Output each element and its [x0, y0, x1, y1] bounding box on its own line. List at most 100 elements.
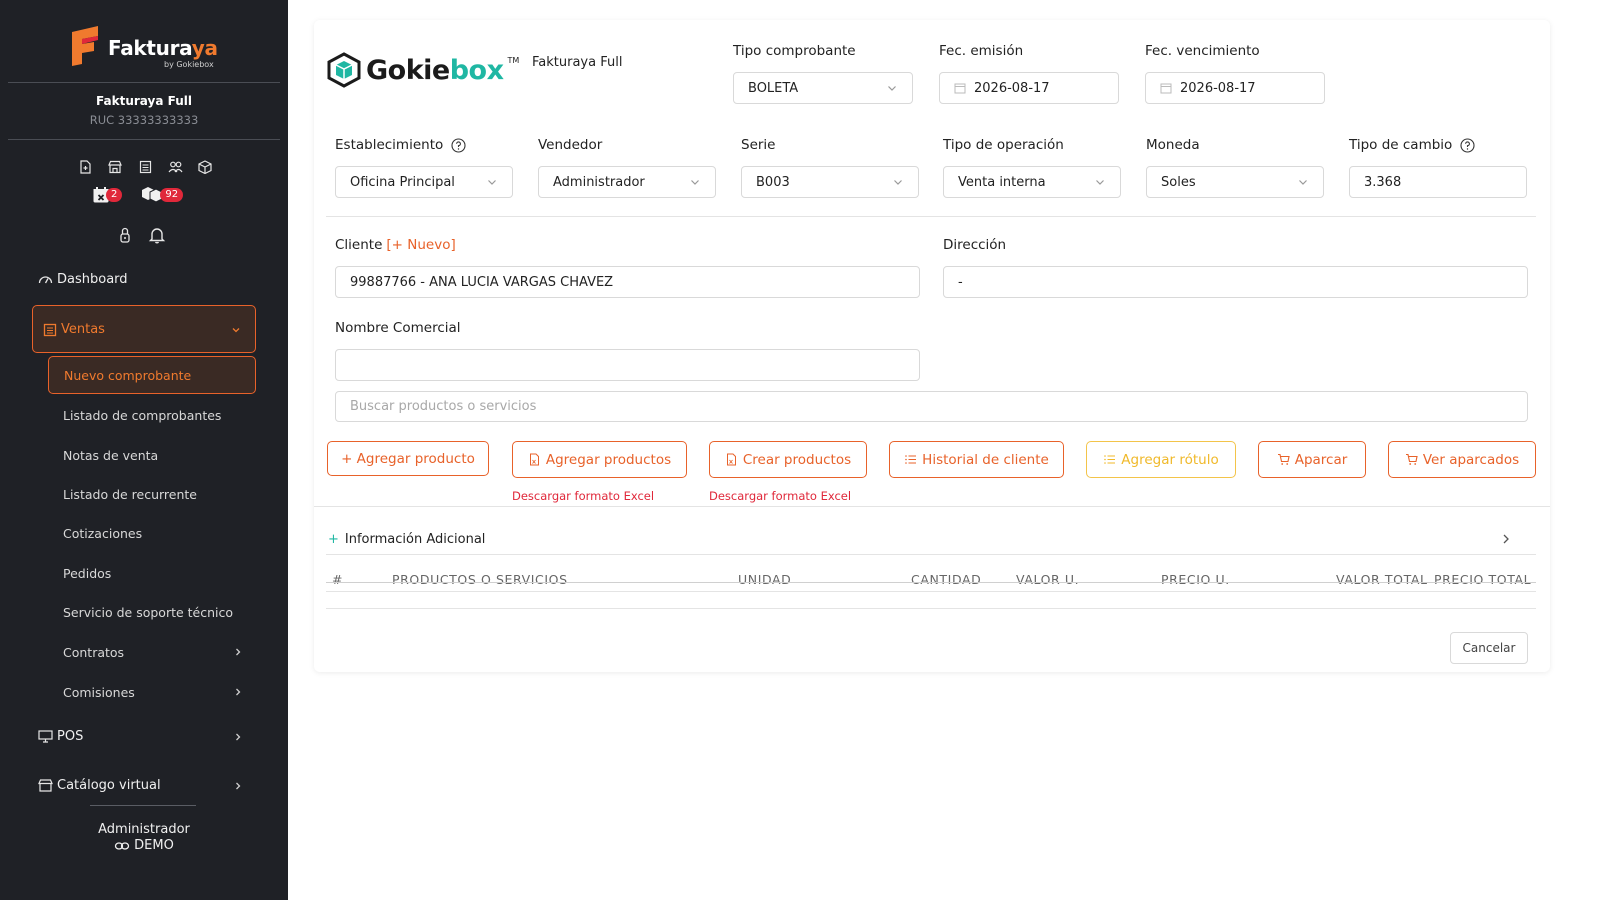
tipo-comprobante-value: BOLETA: [748, 80, 799, 96]
link-icon: [115, 841, 130, 850]
menu-dashboard[interactable]: Dashboard: [38, 272, 128, 287]
historial-cliente-button[interactable]: Historial de cliente: [889, 441, 1064, 478]
establecimiento-label: Establecimiento: [335, 137, 466, 153]
calendar-badge: 2: [106, 188, 123, 202]
aparcar-button[interactable]: Aparcar: [1258, 441, 1366, 478]
company-logo: Gokiebox TM: [326, 52, 519, 88]
nuevo-cliente-link[interactable]: [+ Nuevo]: [386, 237, 455, 253]
tipo-comprobante-select[interactable]: BOLETA: [733, 72, 913, 104]
vendedor-select[interactable]: Administrador: [538, 166, 716, 198]
monitor-icon: [38, 730, 53, 743]
chevron-right-icon: [236, 688, 241, 696]
tipo-cambio-input[interactable]: 3.368: [1349, 166, 1527, 198]
company-ruc: RUC 33333333333: [89, 113, 199, 127]
fakturaya-logo[interactable]: Fakturaya by Gokiebox: [68, 26, 228, 70]
chevron-right-icon: [236, 782, 241, 790]
ver-aparcados-button[interactable]: Ver aparcados: [1388, 441, 1536, 478]
chevron-right-icon: [236, 648, 241, 656]
cart-icon: [1405, 453, 1418, 465]
sidebar-user-name: Administrador: [98, 822, 190, 837]
menu-nuevo-comprobante[interactable]: Nuevo comprobante: [48, 356, 256, 394]
menu-pos[interactable]: POS: [38, 729, 83, 744]
descargar-excel-link[interactable]: Descargar formato Excel: [512, 489, 654, 503]
cliente-select[interactable]: 99887766 - ANA LUCIA VARGAS CHAVEZ: [335, 266, 920, 298]
agregar-rotulo-button[interactable]: Agregar rótulo: [1086, 441, 1236, 478]
moneda-select[interactable]: Soles: [1146, 166, 1324, 198]
info-adicional-toggle[interactable]: + Información Adicional: [328, 532, 485, 547]
gokiebox-logo-icon: [327, 52, 361, 88]
cliente-value: 99887766 - ANA LUCIA VARGAS CHAVEZ: [350, 274, 614, 290]
box-icon[interactable]: [196, 158, 214, 176]
serie-label: Serie: [741, 137, 776, 153]
menu-listado-recurrente[interactable]: Listado de recurrente: [63, 487, 197, 502]
menu-soporte-tecnico[interactable]: Servicio de soporte técnico: [63, 605, 233, 620]
moneda-label: Moneda: [1146, 137, 1200, 153]
dashboard-icon: [38, 276, 53, 284]
fakturaya-brand: Fakturaya: [108, 36, 218, 60]
users-icon[interactable]: [166, 158, 184, 176]
new-document-icon[interactable]: [76, 158, 94, 176]
quick-icons: [76, 158, 214, 176]
sidebar: Fakturaya by Gokiebox Fakturaya Full RUC…: [0, 0, 288, 900]
menu-catalogo-label: Catálogo virtual: [57, 778, 161, 793]
tipo-cambio-label: Tipo de cambio: [1349, 137, 1475, 153]
historial-cliente-label: Historial de cliente: [922, 451, 1049, 468]
list-icon: [905, 455, 917, 464]
menu-catalogo-virtual[interactable]: Catálogo virtual: [38, 778, 161, 793]
bell-icon[interactable]: [148, 226, 166, 244]
tipo-operacion-select[interactable]: Venta interna: [943, 166, 1121, 198]
calendar-alert[interactable]: 2: [92, 186, 123, 204]
lock-icon[interactable]: [118, 226, 132, 244]
fec-vencimiento-input[interactable]: 2026-08-17: [1145, 72, 1325, 104]
help-icon[interactable]: [1460, 137, 1475, 153]
fec-emision-value: 2026-08-17: [974, 80, 1050, 96]
fec-vencimiento-label: Fec. vencimiento: [1145, 43, 1260, 59]
agregar-productos-button[interactable]: Agregar productos: [512, 441, 687, 478]
cliente-label: Cliente [+ Nuevo]: [335, 237, 456, 253]
tipo-operacion-label: Tipo de operación: [943, 137, 1064, 153]
menu-listado-comprobantes[interactable]: Listado de comprobantes: [63, 408, 221, 423]
cliente-label-text: Cliente: [335, 237, 383, 253]
col-header-valor-unitario: VALOR U.: [1016, 572, 1080, 587]
col-header-unidad: UNIDAD: [738, 572, 792, 587]
direccion-input[interactable]: -: [943, 266, 1528, 298]
chevron-down-icon: [488, 180, 496, 185]
nombre-comercial-input[interactable]: [335, 349, 920, 381]
store-icon[interactable]: [106, 158, 124, 176]
crear-productos-button[interactable]: Crear productos: [709, 441, 867, 478]
buscar-productos-input[interactable]: Buscar productos o servicios: [335, 391, 1528, 422]
table-bottom-border: [326, 608, 1536, 609]
serie-select[interactable]: B003: [741, 166, 919, 198]
company-logo-text: Gokiebox: [366, 54, 504, 86]
crear-productos-label: Crear productos: [742, 451, 852, 468]
boxes-alert[interactable]: 92: [140, 186, 184, 204]
menu-ventas[interactable]: Ventas: [32, 305, 256, 353]
fec-vencimiento-value: 2026-08-17: [1180, 80, 1256, 96]
menu-contratos[interactable]: Contratos: [63, 645, 124, 660]
company-name: Fakturaya Full: [96, 94, 192, 108]
menu-comisiones[interactable]: Comisiones: [63, 685, 135, 700]
sidebar-divider: [8, 82, 280, 83]
store-icon: [38, 779, 53, 792]
help-icon[interactable]: [451, 137, 466, 153]
descargar-excel-link[interactable]: Descargar formato Excel: [709, 489, 851, 503]
col-header-precio-total: PRECIO TOTAL: [1434, 572, 1532, 587]
menu-cotizaciones[interactable]: Cotizaciones: [63, 526, 142, 541]
menu-notas-venta[interactable]: Notas de venta: [63, 448, 158, 463]
vendedor-value: Administrador: [553, 174, 645, 190]
fec-emision-input[interactable]: 2026-08-17: [939, 72, 1119, 104]
establecimiento-select[interactable]: Oficina Principal: [335, 166, 513, 198]
cancel-button[interactable]: Cancelar: [1450, 632, 1528, 664]
trademark-symbol: TM: [507, 55, 520, 65]
fec-emision-label: Fec. emisión: [939, 43, 1024, 59]
excel-file-icon: [529, 453, 539, 466]
col-header-cantidad: CANTIDAD: [911, 572, 982, 587]
chevron-right-icon[interactable]: [1500, 533, 1512, 545]
chevron-down-icon: [1096, 180, 1104, 185]
agregar-producto-button[interactable]: + Agregar producto: [327, 441, 489, 476]
direccion-label: Dirección: [943, 237, 1007, 253]
list-icon[interactable]: [136, 158, 154, 176]
vendedor-label: Vendedor: [538, 137, 603, 153]
menu-pedidos[interactable]: Pedidos: [63, 566, 111, 581]
fakturaya-logo-icon: [72, 26, 98, 66]
